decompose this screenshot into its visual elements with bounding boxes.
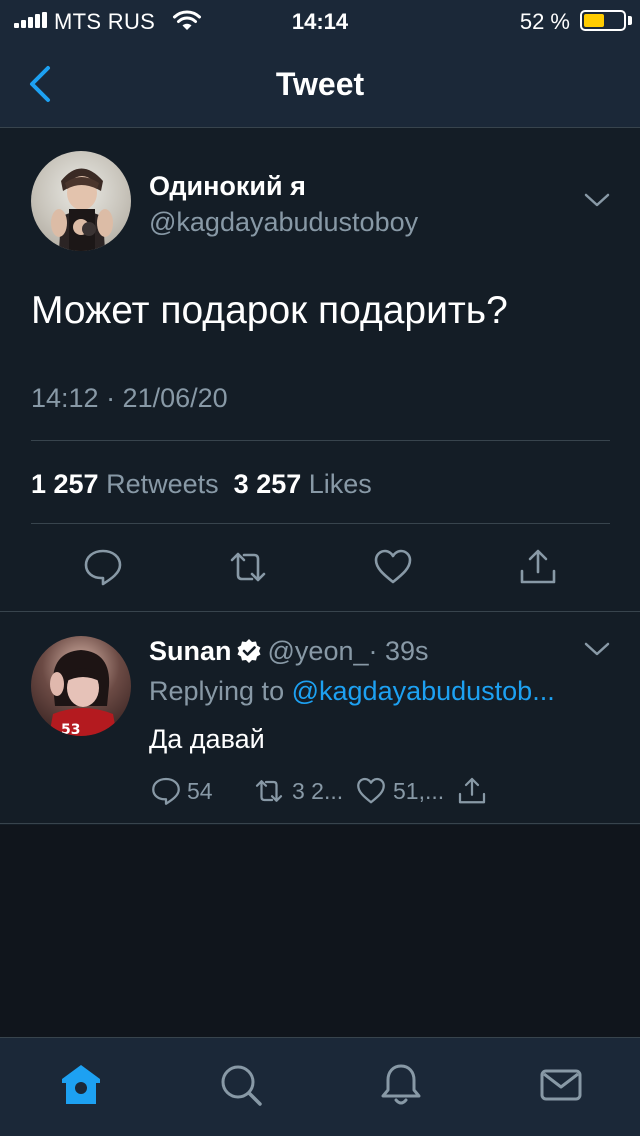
divider — [31, 523, 610, 524]
tweet-detail-screen: MTS RUS 14:14 52 % Tweet Одинокий я @kag… — [0, 0, 640, 1136]
svg-text:53: 53 — [61, 722, 80, 736]
home-icon[interactable] — [58, 1062, 104, 1108]
reply-age: · 39s — [368, 636, 429, 666]
likes-label: Likes — [308, 469, 372, 499]
like-icon[interactable] — [373, 547, 413, 587]
divider — [31, 440, 610, 441]
share-icon — [458, 777, 486, 804]
navigation-bar: Tweet — [0, 40, 640, 128]
reply-icon — [152, 777, 180, 805]
empty-content-area — [0, 825, 640, 1037]
reply-reply-button[interactable]: 54 — [151, 774, 213, 808]
reply-avatar-illustration: 53 — [49, 650, 117, 736]
page-title: Tweet — [275, 66, 365, 102]
likes-stat[interactable]: 3 257 Likes — [234, 469, 372, 499]
battery-fill — [584, 14, 604, 27]
chevron-down-icon[interactable] — [583, 640, 611, 658]
share-icon[interactable] — [518, 547, 558, 587]
reply-share-button[interactable] — [456, 774, 494, 808]
author-handle[interactable]: @kagdayabudustoboy — [149, 207, 418, 238]
notifications-icon[interactable] — [378, 1062, 424, 1108]
search-icon[interactable] — [218, 1062, 264, 1108]
verified-badge-icon — [237, 639, 261, 663]
battery-percentage: 52 % — [519, 9, 570, 34]
reply-like-button[interactable]: 51,... — [355, 774, 444, 808]
replying-mention[interactable]: @kagdayabudustob... — [292, 676, 555, 706]
reply-avatar[interactable]: 53 — [31, 636, 131, 736]
replying-prefix: Replying to — [149, 676, 285, 706]
avatar-illustration — [51, 168, 113, 251]
author-avatar[interactable] — [31, 151, 131, 251]
tweet-timestamp: 14:12 · 21/06/20 — [31, 383, 228, 413]
reply-text: Да давай — [149, 724, 265, 754]
tweet-text: Может подарок подарить? — [31, 289, 508, 332]
retweets-count: 1 257 — [31, 469, 99, 499]
tweet-stats: 1 257 Retweets 3 257 Likes — [31, 469, 372, 500]
like-icon — [357, 777, 385, 804]
reply-icon[interactable] — [83, 547, 123, 587]
battery-icon — [580, 10, 626, 31]
likes-count: 3 257 — [233, 469, 302, 499]
author-name[interactable]: Одинокий я — [149, 171, 306, 202]
reply-author-handle[interactable]: @yeon_ — [268, 636, 369, 666]
retweet-icon[interactable] — [228, 547, 268, 587]
retweet-count: 3 2... — [292, 777, 344, 804]
status-bar: MTS RUS 14:14 52 % — [0, 0, 640, 40]
reply-tweet[interactable]: 53 Sunan @yeon_· 39s Replying to @kagday… — [0, 612, 640, 824]
retweets-label: Retweets — [106, 469, 219, 499]
replying-to: Replying to @kagdayabudustob... — [149, 676, 609, 707]
messages-icon[interactable] — [538, 1062, 584, 1108]
reply-count: 54 — [187, 777, 213, 804]
like-count: 51,... — [393, 777, 445, 804]
retweet-stat[interactable]: 1 257 Retweets — [31, 469, 219, 499]
reply-author-name[interactable]: Sunan — [149, 636, 232, 666]
retweet-icon — [255, 780, 283, 802]
chevron-down-icon[interactable] — [583, 191, 611, 209]
tab-bar — [0, 1037, 640, 1136]
main-tweet: Одинокий я @kagdayabudustoboy Может пода… — [0, 129, 640, 612]
reply-header: Sunan @yeon_· 39s — [149, 636, 429, 667]
battery-tip — [628, 16, 632, 25]
reply-retweet-button[interactable]: 3 2... — [252, 774, 343, 808]
